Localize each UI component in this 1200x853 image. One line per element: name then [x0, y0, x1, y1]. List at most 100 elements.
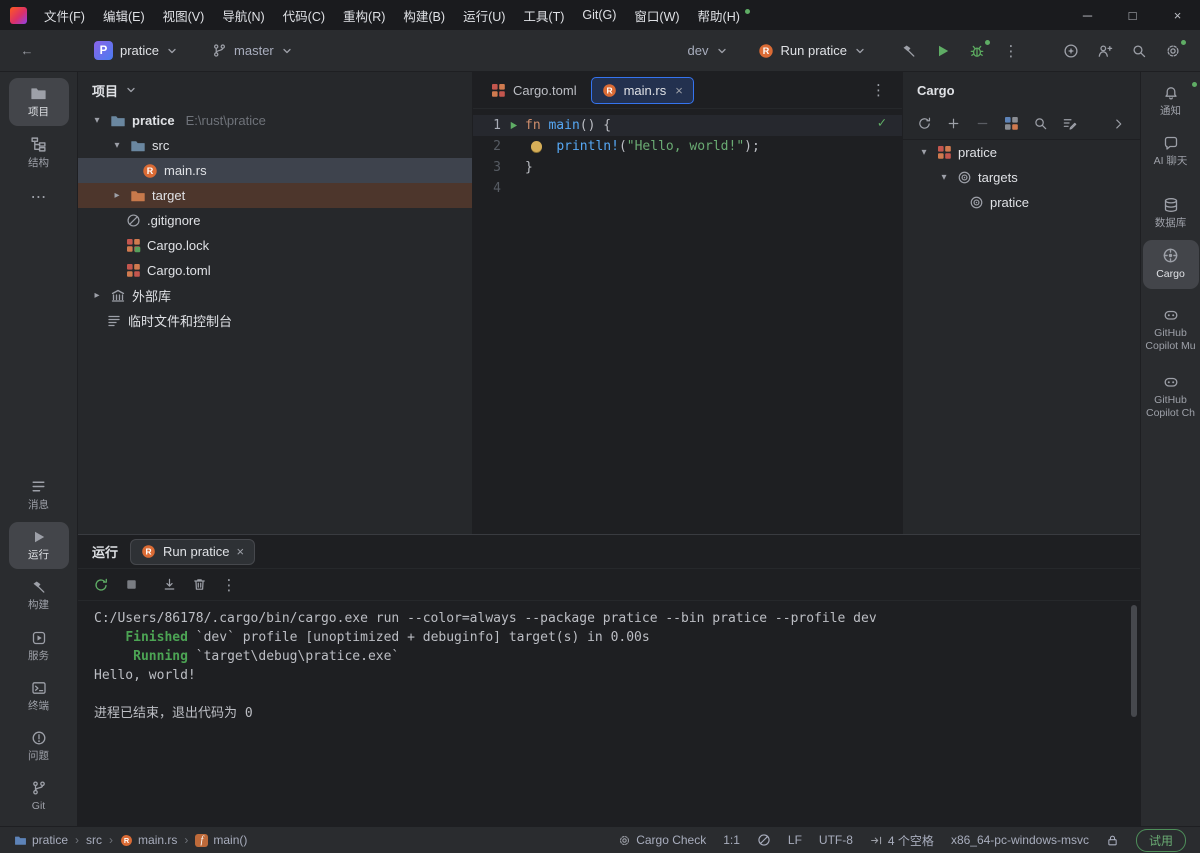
run-gutter-icon[interactable]	[501, 120, 525, 131]
project-widget[interactable]: P pratice	[86, 36, 186, 66]
sidebar-item-database[interactable]: 数据库	[1143, 190, 1199, 237]
run-panel-title[interactable]: 运行	[92, 542, 118, 561]
scroll-to-end-button[interactable]	[156, 573, 182, 597]
cargo-tree-item-pratice[interactable]: ▾ pratice	[903, 140, 1140, 165]
build-button[interactable]	[894, 36, 924, 66]
breadcrumb-item[interactable]: pratice	[32, 833, 68, 847]
ai-assistant-button[interactable]	[1056, 36, 1086, 66]
cargo-tree-item-targets[interactable]: ▾ targets	[903, 165, 1140, 190]
encoding-widget[interactable]: UTF-8	[819, 833, 853, 847]
lock-icon[interactable]	[1106, 834, 1119, 847]
menu-edit[interactable]: 编辑(E)	[94, 1, 154, 30]
sidebar-item-terminal[interactable]: 终端	[9, 673, 69, 720]
menu-navigate[interactable]: 导航(N)	[213, 1, 273, 30]
tree-item-cargo-lock[interactable]: Cargo.lock	[78, 233, 472, 258]
add-button[interactable]	[940, 112, 966, 136]
sidebar-item-services[interactable]: 服务	[9, 623, 69, 670]
menu-view[interactable]: 视图(V)	[154, 1, 214, 30]
tree-item-external-libraries[interactable]: ▸ 外部库	[78, 283, 472, 308]
menu-window[interactable]: 窗口(W)	[625, 1, 688, 30]
menu-run[interactable]: 运行(U)	[454, 1, 514, 30]
chevron-down-icon[interactable]: ▾	[90, 115, 104, 126]
trial-badge[interactable]: 试用	[1136, 829, 1186, 852]
vcs-branch-widget[interactable]: master	[204, 36, 301, 66]
breadcrumb-item[interactable]: main()	[213, 833, 247, 847]
close-tab-icon[interactable]: ×	[675, 83, 683, 98]
indent-widget[interactable]: 4 个空格	[870, 832, 934, 849]
menu-refactor[interactable]: 重构(R)	[334, 1, 394, 30]
clear-console-button[interactable]	[186, 573, 212, 597]
tree-item-cargo-toml[interactable]: Cargo.toml	[78, 258, 472, 283]
intention-bulb-icon[interactable]	[531, 141, 542, 152]
chevron-right-icon[interactable]: ▸	[90, 290, 104, 301]
sidebar-item-project[interactable]: 项目	[9, 78, 69, 126]
toolchain-widget[interactable]: x86_64-pc-windows-msvc	[951, 833, 1089, 847]
highlighting-level-icon[interactable]	[757, 833, 771, 847]
breadcrumb-item[interactable]: main.rs	[138, 833, 177, 847]
chevron-right-icon[interactable]	[1106, 112, 1132, 136]
run-button[interactable]	[928, 36, 958, 66]
tree-item-src[interactable]: ▾ src	[78, 133, 472, 158]
search-everywhere-button[interactable]	[1124, 36, 1154, 66]
sidebar-item-copilot-mu[interactable]: GitHub Copilot Mu	[1143, 300, 1199, 360]
cargo-panel-header[interactable]: Cargo	[903, 72, 1140, 108]
back-button[interactable]: ←	[12, 36, 42, 66]
menu-file[interactable]: 文件(F)	[35, 1, 94, 30]
more-tool-windows-button[interactable]: ⋯	[9, 180, 69, 214]
caret-position-widget[interactable]: 1:1	[723, 833, 740, 847]
line-separator-widget[interactable]: LF	[788, 833, 802, 847]
menu-code[interactable]: 代码(C)	[274, 1, 334, 30]
more-options-icon[interactable]: ⋮	[216, 573, 242, 597]
stop-button[interactable]	[118, 573, 144, 597]
tree-item-scratches[interactable]: 临时文件和控制台	[78, 308, 472, 333]
sidebar-item-problems[interactable]: 问题	[9, 723, 69, 770]
tab-main-rs[interactable]: R main.rs ×	[591, 77, 694, 104]
debug-button[interactable]	[962, 36, 992, 66]
close-button[interactable]: ×	[1155, 0, 1200, 30]
breadcrumb-item[interactable]: src	[86, 833, 102, 847]
edit-configurations-button[interactable]	[1056, 112, 1082, 136]
menu-tools[interactable]: 工具(T)	[514, 1, 573, 30]
profile-selector[interactable]: dev	[680, 36, 736, 66]
tree-item-project-root[interactable]: ▾ pratice E:\rust\pratice	[78, 108, 472, 133]
console-scrollbar[interactable]	[1131, 605, 1137, 717]
chevron-down-icon[interactable]: ▾	[917, 147, 931, 158]
editor-options-icon[interactable]: ⋮	[863, 81, 894, 99]
inspections-ok-icon[interactable]: ✓	[878, 113, 886, 134]
code-editor[interactable]: ✓ 1 fn main() { 2 println!("Hello, world…	[473, 109, 902, 534]
more-actions-button[interactable]: ⋮	[996, 36, 1026, 66]
sidebar-item-build[interactable]: 构建	[9, 572, 69, 619]
settings-button[interactable]	[1158, 36, 1188, 66]
sidebar-item-structure[interactable]: 结构	[9, 129, 69, 177]
tree-item-target[interactable]: ▸ target	[78, 183, 472, 208]
chevron-right-icon[interactable]: ▸	[110, 190, 124, 201]
sidebar-item-notifications[interactable]: 通知	[1143, 78, 1199, 125]
run-tab-pratice[interactable]: R Run pratice ×	[130, 539, 255, 565]
run-configuration-selector[interactable]: R Run pratice	[750, 36, 874, 66]
close-tab-icon[interactable]: ×	[237, 544, 245, 559]
cargo-targets-icon[interactable]	[998, 112, 1024, 136]
remove-button[interactable]	[969, 112, 995, 136]
sidebar-item-messages[interactable]: 消息	[9, 471, 69, 519]
maximize-button[interactable]: □	[1110, 0, 1155, 30]
menu-help[interactable]: 帮助(H)	[689, 1, 749, 30]
minimize-button[interactable]: ─	[1065, 0, 1110, 30]
find-usages-button[interactable]	[1027, 112, 1053, 136]
menu-git[interactable]: Git(G)	[573, 3, 625, 27]
sidebar-item-run[interactable]: 运行	[9, 522, 69, 569]
sidebar-item-cargo[interactable]: Cargo	[1143, 240, 1199, 288]
cargo-check-widget[interactable]: Cargo Check	[618, 833, 706, 847]
tree-item-main-rs[interactable]: R main.rs	[78, 158, 472, 183]
sidebar-item-copilot-ch[interactable]: GitHub Copilot Ch	[1143, 367, 1199, 427]
tab-cargo-toml[interactable]: Cargo.toml	[481, 77, 587, 104]
chevron-down-icon[interactable]: ▾	[937, 172, 951, 183]
code-with-me-button[interactable]	[1090, 36, 1120, 66]
refresh-button[interactable]	[911, 112, 937, 136]
rerun-button[interactable]	[88, 573, 114, 597]
menu-build[interactable]: 构建(B)	[394, 1, 454, 30]
sidebar-item-ai-chat[interactable]: AI 聊天	[1143, 128, 1199, 175]
sidebar-item-git[interactable]: Git	[9, 773, 69, 820]
project-panel-header[interactable]: 项目	[78, 72, 472, 108]
tree-item-gitignore[interactable]: .gitignore	[78, 208, 472, 233]
cargo-tree-item-target-pratice[interactable]: pratice	[903, 190, 1140, 215]
